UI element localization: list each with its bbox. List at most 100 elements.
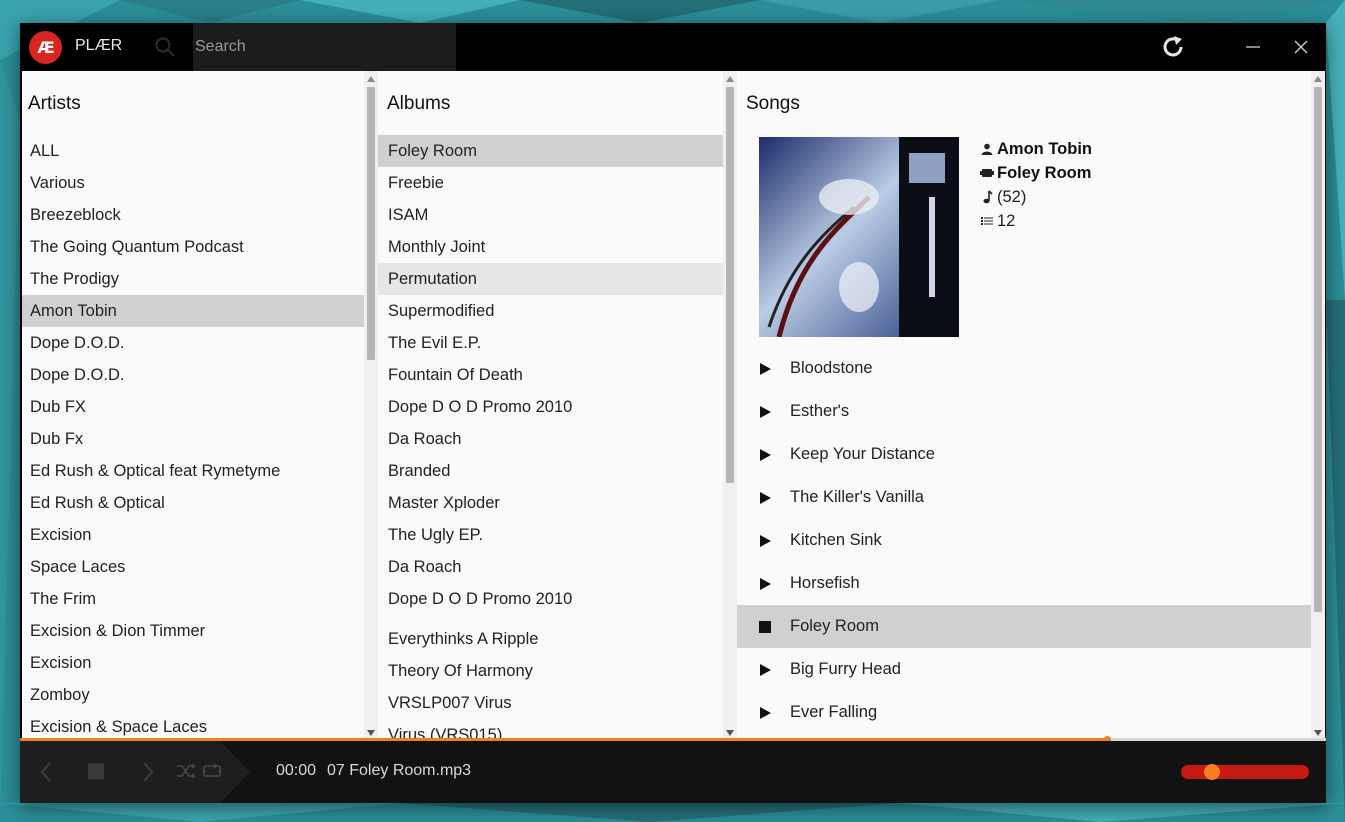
scroll-down-icon[interactable] <box>726 730 734 736</box>
song-row[interactable]: Horsefish <box>737 562 1311 605</box>
artist-list-item[interactable]: Excision <box>22 647 364 679</box>
song-row[interactable]: Bloodstone <box>737 347 1311 390</box>
scroll-down-icon[interactable] <box>1314 730 1322 736</box>
album-name[interactable]: Foley Room <box>997 164 1091 183</box>
scroll-down-icon[interactable] <box>367 730 375 736</box>
play-icon[interactable] <box>759 448 771 461</box>
album-list-item[interactable]: Master Xploder <box>378 487 723 519</box>
album-list-item[interactable]: VRSLP007 Virus <box>378 687 723 719</box>
stop-icon[interactable] <box>759 620 771 633</box>
artists-scrollbar[interactable] <box>364 71 378 741</box>
search-icon[interactable] <box>154 36 176 58</box>
refresh-icon[interactable] <box>1160 34 1186 60</box>
album-list-item[interactable]: Fountain Of Death <box>378 359 723 391</box>
now-playing-file: 07 Foley Room.mp3 <box>327 762 472 779</box>
meta-album: Foley Room <box>977 161 1092 185</box>
meta-length: (52) <box>977 185 1092 209</box>
play-icon[interactable] <box>759 362 771 375</box>
minimize-icon[interactable] <box>1242 37 1264 57</box>
songs-scroll-thumb[interactable] <box>1314 87 1322 612</box>
track-count: 12 <box>997 211 1016 230</box>
artist-list-item[interactable]: Dope D.O.D. <box>22 327 364 359</box>
artists-panel: Artists ALL Various Breezeblock The Going Q… <box>22 71 364 741</box>
previous-icon[interactable] <box>38 761 54 783</box>
scroll-up-icon[interactable] <box>726 76 734 82</box>
artist-list-item[interactable]: The Frim <box>22 583 364 615</box>
elapsed-time: 00:00 <box>276 762 317 779</box>
artist-list-item[interactable]: ALL <box>22 135 364 167</box>
song-title: The Killer's Vanilla <box>790 488 924 506</box>
repeat-icon[interactable] <box>202 763 222 779</box>
songs-panel: Songs Amon Tobin Foley Room (52) 12 Bloo… <box>737 71 1311 741</box>
song-row[interactable]: Esther's <box>737 390 1311 433</box>
play-icon[interactable] <box>759 405 771 418</box>
music-note-icon <box>977 190 997 204</box>
artist-list-item[interactable]: Dub Fx <box>22 423 364 455</box>
artist-list-item[interactable]: Zomboy <box>22 679 364 711</box>
song-row[interactable]: Big Furry Head <box>737 648 1311 691</box>
person-icon <box>977 143 997 155</box>
song-row[interactable]: Ever Falling <box>737 691 1311 734</box>
scroll-up-icon[interactable] <box>1314 76 1322 82</box>
meta-tracks: 12 <box>977 209 1092 233</box>
album-icon <box>977 168 997 178</box>
album-list-item[interactable]: Branded <box>378 455 723 487</box>
album-list-item[interactable]: Monthly Joint <box>378 231 723 263</box>
artist-list-item[interactable]: Breezeblock <box>22 199 364 231</box>
play-icon[interactable] <box>759 663 771 676</box>
album-list-item[interactable]: Da Roach <box>378 423 723 455</box>
albums-scrollbar[interactable] <box>723 71 737 741</box>
artist-list-item[interactable]: Excision <box>22 519 364 551</box>
play-icon[interactable] <box>759 577 771 590</box>
artist-list-item[interactable]: Ed Rush & Optical <box>22 487 364 519</box>
album-list-item[interactable]: Dope D O D Promo 2010 <box>378 391 723 423</box>
artist-list-item[interactable]: Amon Tobin <box>22 295 364 327</box>
volume-slider[interactable] <box>1181 764 1309 780</box>
song-row[interactable]: Keep Your Distance <box>737 433 1311 476</box>
song-title: Foley Room <box>790 617 879 635</box>
songs-scrollbar[interactable] <box>1311 71 1325 741</box>
scroll-up-icon[interactable] <box>367 76 375 82</box>
list-icon <box>977 216 997 226</box>
play-icon[interactable] <box>759 706 771 719</box>
album-list-item[interactable]: The Evil E.P. <box>378 327 723 359</box>
album-group-gap <box>378 615 723 623</box>
album-list-item[interactable]: Da Roach <box>378 551 723 583</box>
albums-scroll-thumb[interactable] <box>726 87 734 483</box>
album-list-item[interactable]: Everythinks A Ripple <box>378 623 723 655</box>
stop-icon[interactable] <box>88 763 104 779</box>
artist-list-item[interactable]: Dope D.O.D. <box>22 359 364 391</box>
next-icon[interactable] <box>140 761 156 783</box>
album-list-item[interactable]: ISAM <box>378 199 723 231</box>
artist-list-item[interactable]: Dub FX <box>22 391 364 423</box>
artists-scroll-thumb[interactable] <box>367 87 375 360</box>
album-list-item[interactable]: The Ugly EP. <box>378 519 723 551</box>
artist-list-item[interactable]: The Prodigy <box>22 263 364 295</box>
artist-list-item[interactable]: Space Laces <box>22 551 364 583</box>
volume-handle[interactable] <box>1204 764 1220 780</box>
close-icon[interactable] <box>1290 36 1312 58</box>
album-list-item[interactable]: Dope D O D Promo 2010 <box>378 583 723 615</box>
artist-name[interactable]: Amon Tobin <box>997 140 1092 159</box>
song-title: Keep Your Distance <box>790 445 935 463</box>
song-title: Kitchen Sink <box>790 531 882 549</box>
song-row[interactable]: The Killer's Vanilla <box>737 476 1311 519</box>
play-icon[interactable] <box>759 534 771 547</box>
song-row[interactable]: Kitchen Sink <box>737 519 1311 562</box>
artist-list-item[interactable]: Ed Rush & Optical feat Rymetyme <box>22 455 364 487</box>
album-list-item[interactable]: Freebie <box>378 167 723 199</box>
artist-list-item[interactable]: Excision & Space Laces <box>22 711 364 741</box>
search-input[interactable] <box>193 23 456 71</box>
artist-list-item[interactable]: Various <box>22 167 364 199</box>
album-cover <box>759 137 959 337</box>
album-list-item[interactable]: Supermodified <box>378 295 723 327</box>
albums-list: Foley Room Freebie ISAM Monthly Joint Permut… <box>378 135 723 741</box>
album-list-item[interactable]: Theory Of Harmony <box>378 655 723 687</box>
album-list-item[interactable]: Permutation <box>378 263 723 295</box>
album-list-item[interactable]: Foley Room <box>378 135 723 167</box>
artist-list-item[interactable]: Excision & Dion Timmer <box>22 615 364 647</box>
song-row[interactable]: Foley Room <box>737 605 1311 648</box>
shuffle-icon[interactable] <box>176 763 196 779</box>
artist-list-item[interactable]: The Going Quantum Podcast <box>22 231 364 263</box>
play-icon[interactable] <box>759 491 771 504</box>
